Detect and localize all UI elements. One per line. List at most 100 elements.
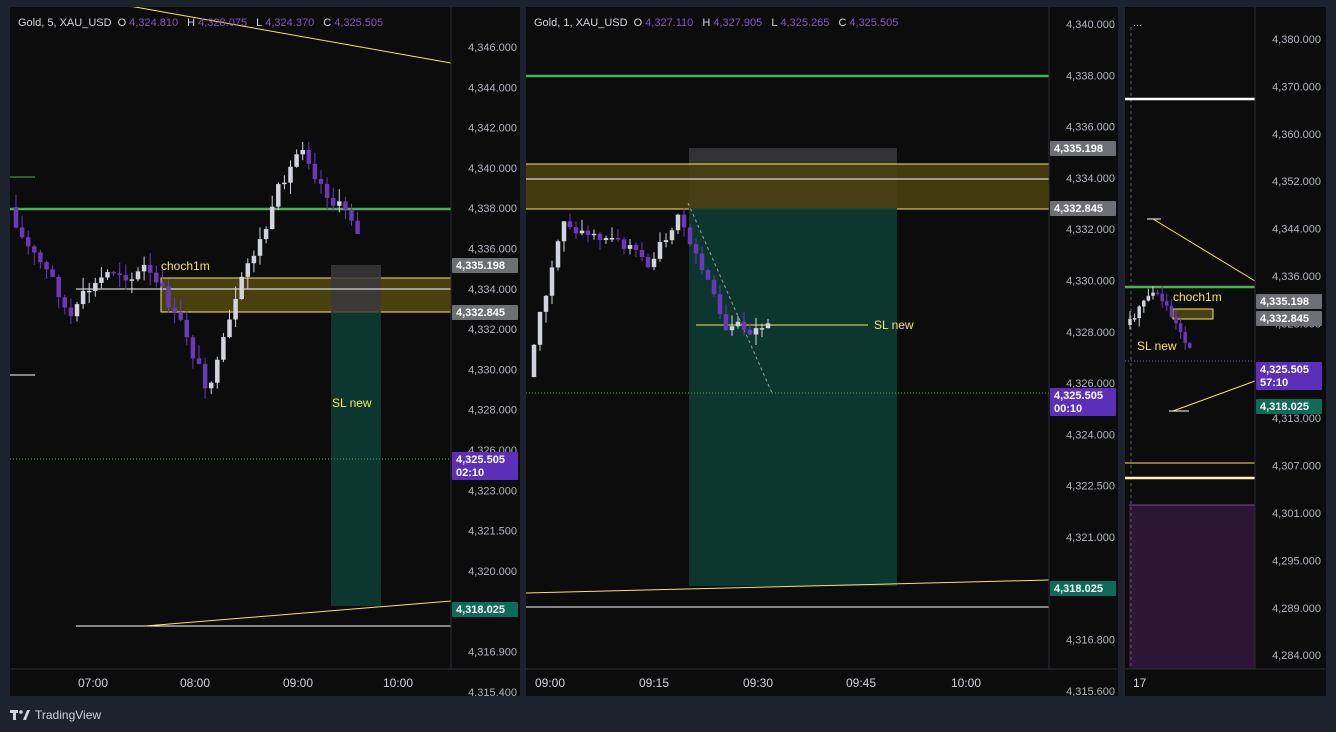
price-badge-countdown: 00:10 [1054,403,1082,415]
y-tick-label: 4,334.000 [1066,173,1115,185]
low-value: 4,325.265 [780,17,830,29]
choch-zone[interactable] [1172,308,1214,320]
trendline-lower[interactable] [144,600,452,627]
y-tick-label: 4,334.000 [468,284,517,296]
chart-pane-htf[interactable]: choch1m SL new 4,380.000 4,370.000 4,360.0… [1125,7,1326,696]
price-badge-value: 4,335.198 [1260,296,1309,308]
trendline-upper[interactable] [90,7,452,64]
y-tick-label: 4,344.000 [1272,224,1321,236]
more-menu-label[interactable]: ... [1133,17,1142,29]
x-tick-label: 10:00 [383,676,413,690]
open-value: 4,324.810 [129,17,179,29]
price-badges: 4,335.198 4,332.845 4,325.50557:10 4,318.02… [1256,294,1322,414]
take-profit-zone[interactable] [689,208,897,586]
price-badge-value: 4,318.025 [1054,583,1103,595]
x-axis-ticks: 17 [1133,676,1147,690]
y-tick-label: 4,328.000 [1066,327,1115,339]
x-tick-label: 09:00 [283,676,313,690]
price-badge-value: 4,325.505 [1260,364,1309,376]
y-tick-label: 4,316.800 [1066,635,1115,647]
symbol-label: Gold, 5, XAU_USD [18,17,112,29]
price-badge-countdown: 57:10 [1260,377,1288,389]
price-badge-value: 4,332.845 [1260,313,1309,325]
y-tick-label: 4,380.000 [1272,34,1321,46]
y-axis-ticks: 4,346.000 4,344.000 4,342.000 4,340.000 4,33… [468,42,517,696]
y-tick-label: 4,295.000 [1272,555,1321,567]
y-tick-label: 4,330.000 [1066,276,1115,288]
y-tick-label: 4,332.000 [1066,224,1115,236]
symbol-label: Gold, 1, XAU_USD [534,17,628,29]
y-tick-label: 4,346.000 [468,42,517,54]
price-badge-value: 4,335.198 [456,260,505,272]
chart-pane-1m[interactable]: SL new 4,340.000 4,338.000 4,336.000 4,334.… [526,7,1118,696]
choch-zone[interactable] [160,277,452,313]
price-badges: 4,335.198 4,332.845 4,325.50502:10 4,318.02… [452,258,518,617]
y-tick-label: 4,338.000 [1066,70,1115,82]
open-value: 4,327.110 [645,17,694,29]
y-tick-label: 4,321.500 [468,526,517,538]
y-tick-label: 4,284.000 [1272,650,1321,662]
price-badge-value: 4,318.025 [456,604,505,616]
y-tick-label: 4,313.000 [1272,413,1321,425]
chart-canvas-1m[interactable]: SL new 4,340.000 4,338.000 4,336.000 4,334.… [526,7,1118,696]
close-value: 4,325.505 [334,17,384,29]
chart-canvas-htf[interactable]: choch1m SL new 4,380.000 4,370.000 4,360.0… [1125,7,1326,696]
choch-label: choch1m [1173,290,1222,304]
x-tick-label: 10:00 [951,676,981,690]
y-tick-label: 4,352.000 [1272,176,1321,188]
y-tick-label: 4,360.000 [1272,129,1321,141]
x-tick-label: 09:15 [639,676,669,690]
sl-label: SL new [332,396,372,410]
price-badge-value: 4,335.198 [1054,143,1103,155]
low-value: 4,324.370 [265,17,315,29]
y-tick-label: 4,315.400 [468,687,517,696]
x-axis-ticks: 07:00 08:00 09:00 10:00 [78,676,413,690]
price-badges: 4,335.198 4,332.845 4,325.50500:10 4,318.02… [1050,141,1116,596]
chart-legend: Gold, 1, XAU_USD O 4,327.110 H 4,327.905 L… [534,17,899,29]
y-tick-label: 4,340.000 [468,163,517,175]
y-tick-label: 4,324.000 [1066,429,1115,441]
y-tick-label: 4,342.000 [468,123,517,135]
y-tick-label: 4,322.500 [1066,481,1115,493]
x-tick-label: 09:45 [846,676,876,690]
x-tick-label: 09:00 [535,676,565,690]
brand-name: TradingView [35,708,102,722]
x-tick-label: 09:30 [743,676,773,690]
y-tick-label: 4,340.000 [1066,19,1115,31]
y-tick-label: 4,328.000 [468,405,517,417]
y-tick-label: 4,330.000 [468,364,517,376]
y-tick-label: 4,323.000 [468,485,517,497]
sl-label: SL new [1137,339,1177,353]
y-tick-label: 4,315.600 [1066,686,1115,696]
y-tick-label: 4,307.000 [1272,461,1321,473]
price-badge-countdown: 02:10 [456,467,484,479]
chart-legend: Gold, 5, XAU_USD O 4,324.810 H 4,328.075 L… [18,17,384,29]
choch-zone[interactable] [526,164,1049,209]
price-badge-value: 4,332.845 [456,307,505,319]
chart-canvas-5m[interactable]: choch1m SL new 4,346.000 4,344.000 4,342.0… [10,7,520,696]
price-badge-value: 4,325.505 [456,454,505,466]
sl-label: SL new [874,318,914,332]
y-tick-label: 4,336.000 [1272,271,1321,283]
y-tick-label: 4,336.000 [468,244,517,256]
y-tick-label: 4,332.000 [468,324,517,336]
chart-pane-5m[interactable]: choch1m SL new 4,346.000 4,344.000 4,342.0… [10,7,520,696]
x-axis-ticks: 09:00 09:15 09:30 09:45 10:00 [535,676,981,690]
y-tick-label: 4,316.900 [468,647,517,659]
y-tick-label: 4,321.000 [1066,532,1115,544]
choch-label: choch1m [161,259,210,273]
price-badge-value: 4,332.845 [1054,203,1103,215]
y-tick-label: 4,336.000 [1066,122,1115,134]
purple-zone[interactable] [1129,505,1255,669]
y-tick-label: 4,301.000 [1272,508,1321,520]
close-value: 4,325.505 [849,17,899,29]
y-tick-label: 4,320.000 [468,566,517,578]
y-tick-label: 4,344.000 [468,82,517,94]
chart-legend[interactable]: ... [1133,17,1145,29]
footer-brand[interactable]: TradingView [10,706,101,724]
price-badge-value: 4,325.505 [1054,390,1103,402]
trendline-upper[interactable] [1152,218,1256,282]
x-tick-label: 08:00 [180,676,210,690]
y-tick-label: 4,370.000 [1272,81,1321,93]
trendline-lower[interactable] [1172,380,1256,412]
